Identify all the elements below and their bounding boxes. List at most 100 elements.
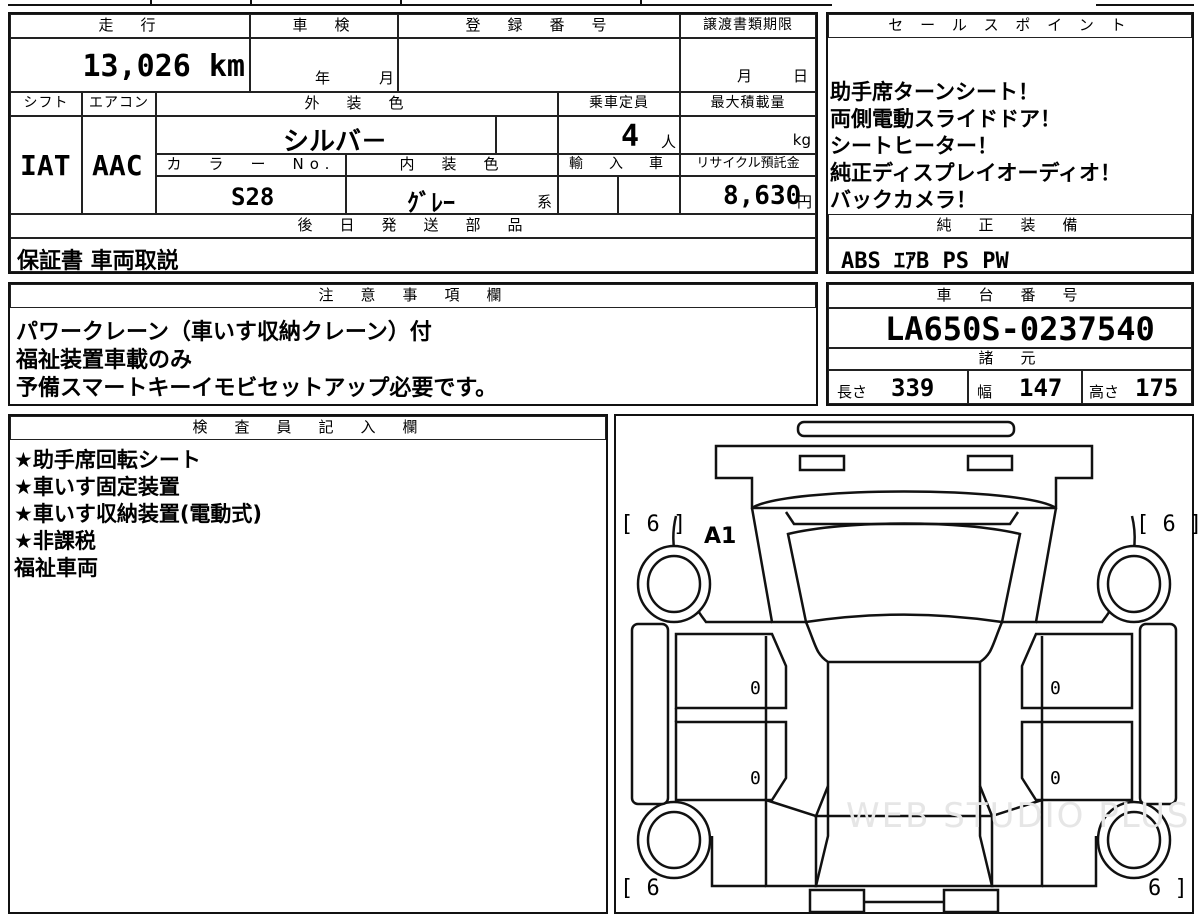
recycle-cell: 8,630 円: [680, 176, 816, 214]
width-cell: 幅 147: [968, 370, 1082, 404]
right-front-door: [1020, 632, 1134, 710]
watermark: WEB STUDIO PLUS: [846, 796, 1191, 836]
mileage-cell: 13,026 km: [10, 38, 250, 92]
tire-bl-depth: [ 6: [620, 876, 660, 901]
inspection-cell: 年 月: [250, 38, 398, 92]
left-front-door: [674, 632, 788, 710]
door-left-2: 0: [750, 768, 761, 789]
sales-header: セ ー ル ス ポ イ ン ト: [828, 14, 1192, 38]
length-label: 長さ: [837, 383, 868, 401]
notes-header: 注 意 事 項 欄: [10, 284, 816, 308]
sales-point: 純正ディスプレイオーディオ！: [830, 161, 1122, 185]
capacity-cell: 4 人: [558, 116, 680, 154]
interior-suffix: 系: [537, 193, 553, 211]
width-value: 147: [1019, 374, 1063, 402]
sales-point: バックカメラ！: [830, 188, 977, 212]
front-light-right: [966, 454, 1014, 472]
interior-cell: ｸﾞﾚｰ 系: [346, 176, 558, 214]
recycle-unit: 円: [796, 193, 812, 211]
rear-left-panel: [764, 798, 818, 888]
later-parts-cell: 保証書 車両取説: [10, 238, 816, 272]
shift-cell: IAT: [10, 116, 82, 214]
right-rear-door: [1020, 720, 1134, 802]
door-right-1: 0: [1050, 678, 1061, 699]
color-no-cell: S28: [156, 176, 346, 214]
top-cutoff-strip: [0, 0, 1200, 8]
front-outline: [714, 444, 1094, 510]
later-parts-value: 保証書 車両取説: [17, 249, 179, 272]
ac-value: AAC: [92, 149, 143, 182]
rear-bumper-right: [942, 888, 1000, 912]
width-label: 幅: [977, 383, 993, 401]
ac-header: エアコン: [82, 92, 156, 116]
recycle-header: リサイクル預託金: [680, 154, 816, 176]
color-no-value: S28: [231, 183, 275, 211]
interior-value: ｸﾞﾚｰ: [407, 189, 455, 214]
mileage-header: 走 行: [10, 14, 250, 38]
damage-code: A1: [704, 524, 737, 549]
left-side-strip: [630, 622, 670, 806]
rear-bumper-left: [808, 888, 866, 912]
equipment-cell: ABS ｴｱB PS PW: [828, 238, 1192, 272]
tire-tr-depth: [ 6 ]: [1136, 512, 1200, 537]
capacity-unit: 人: [661, 133, 677, 151]
recycle-value: 8,630: [723, 181, 802, 211]
chassis-number: LA650S-0237540: [885, 310, 1155, 348]
mileage-value: 13,026 km: [82, 49, 245, 84]
import-cell-2: [618, 176, 680, 214]
notes-panel: 注 意 事 項 欄 パワークレーン（車いす収納クレーン）付 福祉装置車載のみ 予…: [8, 282, 818, 406]
spec-table: 走 行 車 検 登 録 番 号 譲渡書類期限 13,026 km 年 月 月 日…: [8, 12, 818, 274]
left-rear-door: [674, 720, 788, 802]
tire-tl-depth: [ 6 ]: [620, 512, 687, 537]
import-header: 輸 入 車: [558, 154, 680, 176]
later-parts-header: 後 日 発 送 部 品: [10, 214, 816, 238]
equipment-header: 純 正 装 備: [828, 214, 1192, 238]
specs-header: 諸 元: [828, 348, 1192, 370]
exterior-extra-cell: [496, 116, 558, 154]
max-load-unit: kg: [792, 131, 811, 149]
shift-header: シフト: [10, 92, 82, 116]
right-side-strip: [1138, 622, 1178, 806]
inspector-line: ★非課税: [14, 529, 96, 553]
sales-point: シートヒーター！: [830, 134, 998, 158]
front-bumper: [796, 420, 1016, 438]
exterior-cell: シルバ－: [156, 116, 496, 154]
transfer-month: 月: [737, 67, 753, 85]
note-line: 予備スマートキーイモビセットアップ必要です。: [16, 376, 498, 401]
inspection-month: 月: [379, 69, 395, 87]
max-load-cell: kg: [680, 116, 816, 154]
length-cell: 長さ 339: [828, 370, 968, 404]
inspection-header: 車 検: [250, 14, 398, 38]
exterior-value: シルバ－: [283, 127, 388, 154]
shift-value: IAT: [20, 149, 71, 182]
tire-br-depth: 6 ]: [1148, 876, 1188, 901]
car-diagram-panel: [ 6 ] [ 6 ] [ 6 6 ] A1 0 0 0 0 WEB STUDI…: [614, 414, 1200, 914]
inspection-year: 年: [315, 69, 331, 87]
transfer-cell: 月 日: [680, 38, 816, 92]
car-diagram: [630, 420, 1178, 912]
ac-cell: AAC: [82, 116, 156, 214]
length-value: 339: [891, 374, 935, 402]
color-no-header: カ ラ ー No.: [156, 154, 346, 176]
transfer-deadline-header: 譲渡書類期限: [680, 14, 816, 38]
sales-list: 助手席ターンシート！ 両側電動スライドドア！ シートヒーター！ 純正ディスプレイ…: [828, 76, 1192, 216]
roof-body: [814, 662, 994, 888]
inspector-line: ★車いす収納装置(電動式): [14, 502, 263, 526]
door-right-2: 0: [1050, 768, 1061, 789]
equipment-value: ABS ｴｱB PS PW: [841, 249, 1009, 272]
door-left-1: 0: [750, 678, 761, 699]
exterior-header: 外 装 色: [156, 92, 558, 116]
inspector-line: 福祉車両: [14, 556, 98, 580]
chassis-header: 車 台 番 号: [828, 284, 1192, 308]
chassis-panel: 車 台 番 号 LA650S-0237540 諸 元 長さ 339 幅 147 …: [826, 282, 1194, 406]
interior-header: 内 装 色: [346, 154, 558, 176]
max-load-header: 最大積載量: [680, 92, 816, 116]
capacity-value: 4: [621, 119, 640, 154]
registration-cell: [398, 38, 680, 92]
transfer-day: 日: [793, 67, 809, 85]
import-cell-1: [558, 176, 618, 214]
capacity-header: 乗車定員: [558, 92, 680, 116]
inspector-line: ★助手席回転シート: [14, 448, 201, 472]
hood: [751, 490, 1057, 510]
hood-inner: [784, 511, 1020, 526]
